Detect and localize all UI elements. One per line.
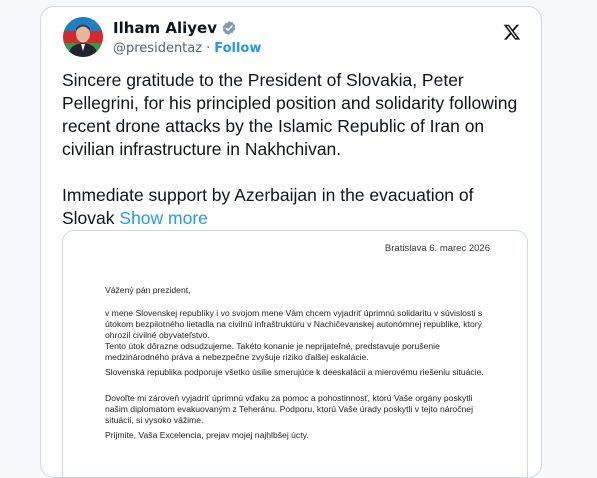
letter-date: Bratislava 6. marec 2026 — [384, 243, 490, 254]
follow-button[interactable]: Follow — [214, 41, 261, 56]
x-logo-icon[interactable] — [503, 23, 521, 41]
verified-badge-icon — [222, 21, 236, 35]
letter-salutation: Vážený pán prezident, — [105, 285, 191, 295]
tweet-embed-card: Ilham Aliyev @presidentaz · Follow Since… — [40, 6, 542, 478]
letter-closing: Prijmite, Vaša Excelencia, prejav mojej … — [105, 430, 309, 440]
letter-paragraph-2: Tento útok dôrazne odsudzujeme. Takéto k… — [105, 341, 440, 362]
author-avatar[interactable] — [63, 17, 103, 57]
show-more-link[interactable]: Show more — [119, 208, 208, 228]
attached-letter-image[interactable]: Bratislava 6. marec 2026 Vážený pán prez… — [62, 230, 528, 477]
handle-separator: · — [206, 41, 211, 56]
author-name[interactable]: Ilham Aliyev — [113, 19, 217, 37]
letter-paragraph-1: v mene Slovenskej republiky i vo svojom … — [105, 308, 483, 340]
tweet-paragraph-1: Sincere gratitude to the President of Sl… — [62, 70, 518, 159]
letter-paragraph-3: Slovenská republika podporuje všetko úsi… — [105, 367, 484, 377]
tweet-paragraph-2: Immediate support by Azerbaijan in the e… — [62, 184, 527, 230]
avatar-photo — [63, 17, 103, 57]
author-handle[interactable]: @presidentaz — [113, 41, 202, 56]
letter-paragraph-4: Dovoľte mi zároveň vyjadriť úprimnú vďak… — [105, 393, 473, 425]
tweet-body: Sincere gratitude to the President of Sl… — [62, 69, 527, 230]
